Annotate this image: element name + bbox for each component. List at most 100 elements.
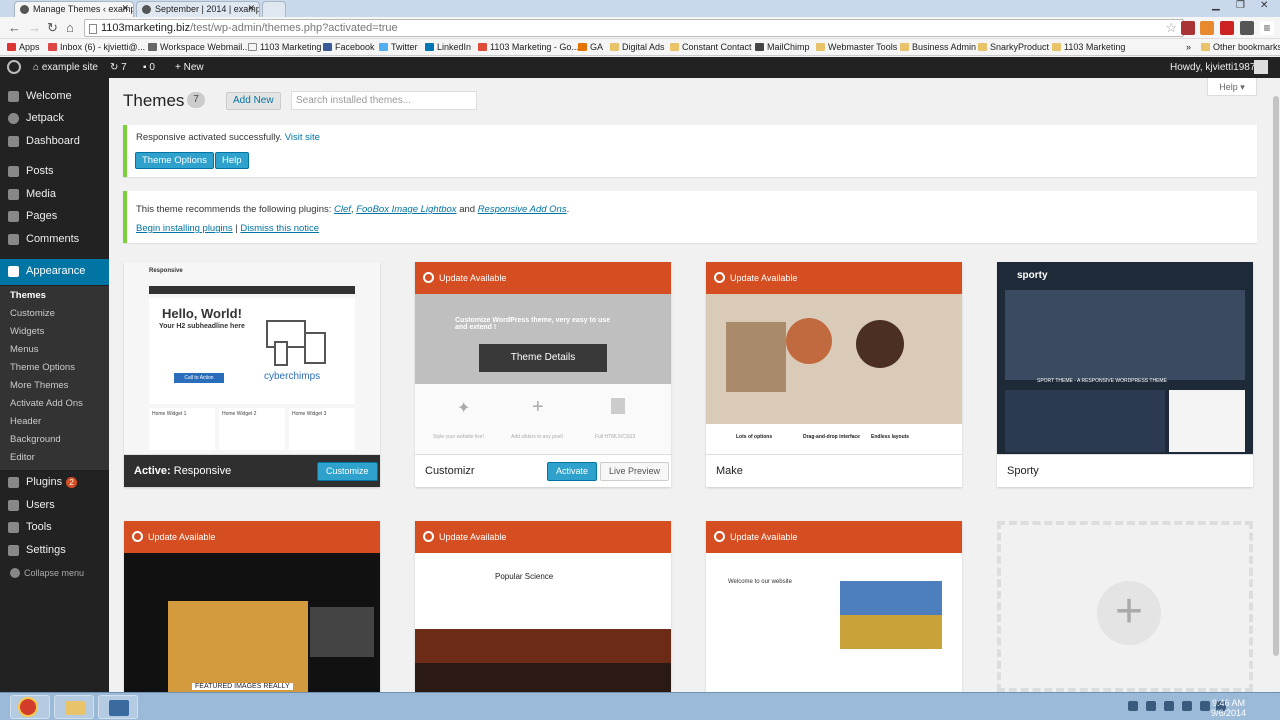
minimize-icon[interactable]: ▁ xyxy=(1212,0,1220,11)
address-bar[interactable]: 1103marketing.biz/test/wp-admin/themes.p… xyxy=(84,19,1184,37)
avatar[interactable] xyxy=(1254,60,1268,74)
close-window-icon[interactable]: ✕ xyxy=(1260,0,1268,11)
comments-link[interactable]: ▪ 0 xyxy=(143,62,155,73)
sidebar-item-settings[interactable]: Settings xyxy=(0,540,109,562)
bookmark-twitter[interactable]: Twitter xyxy=(379,42,418,52)
begin-installing-plugins-link[interactable]: Begin installing plugins xyxy=(136,223,233,234)
submenu-theme-options[interactable]: Theme Options xyxy=(10,362,75,373)
new-tab-button[interactable] xyxy=(262,1,286,17)
sidebar-item-pages[interactable]: Pages xyxy=(0,206,109,228)
updates-link[interactable]: ↻ 7 xyxy=(110,62,127,73)
submenu-activate-add-ons[interactable]: Activate Add Ons xyxy=(10,398,83,409)
howdy-user-link[interactable]: Howdy, kjvietti1987 xyxy=(1170,62,1255,73)
theme-card[interactable]: Update Available Popular Science xyxy=(415,521,671,692)
system-clock[interactable]: 9:46 AM 9/6/2014 xyxy=(1211,698,1246,718)
extension-icon[interactable] xyxy=(1200,21,1214,35)
submenu-themes[interactable]: Themes xyxy=(10,290,46,301)
forward-icon[interactable]: → xyxy=(28,20,41,35)
sidebar-item-comments[interactable]: Comments xyxy=(0,229,109,251)
sidebar-item-appearance[interactable]: Appearance xyxy=(0,259,109,285)
restore-icon[interactable]: ❐ xyxy=(1236,0,1245,11)
sidebar-item-jetpack[interactable]: Jetpack xyxy=(0,108,109,130)
update-available-banner[interactable]: Update Available xyxy=(706,262,962,294)
submenu-menus[interactable]: Menus xyxy=(10,344,39,355)
wordpress-logo-icon[interactable] xyxy=(7,60,21,74)
activate-button[interactable]: Activate xyxy=(547,462,598,481)
browser-tab-themes[interactable]: Manage Themes ‹ exampl ✕ xyxy=(14,1,134,17)
sidebar-item-dashboard[interactable]: Dashboard xyxy=(0,131,109,153)
bookmark-1103-google[interactable]: 1103 Marketing - Go... xyxy=(478,42,579,52)
menu-icon[interactable]: ≡ xyxy=(1260,21,1274,35)
submenu-customize[interactable]: Customize xyxy=(10,308,55,319)
bookmark-webmaster-tools[interactable]: Webmaster Tools xyxy=(816,42,897,52)
bookmark-snarkyproduct[interactable]: SnarkyProduct xyxy=(978,42,1049,52)
page-scrollbar[interactable] xyxy=(1272,78,1280,692)
sidebar-item-tools[interactable]: Tools xyxy=(0,517,109,539)
help-tab[interactable]: Help ▾ xyxy=(1207,78,1257,96)
tray-icon[interactable] xyxy=(1182,701,1192,711)
bookmark-1103[interactable]: 1103 Marketing xyxy=(248,42,321,52)
network-icon[interactable] xyxy=(1200,701,1210,711)
bookmark-1103-folder[interactable]: 1103 Marketing xyxy=(1052,42,1125,52)
bookmark-business-admin[interactable]: Business Admin xyxy=(900,42,976,52)
extension-icon[interactable] xyxy=(1240,21,1254,35)
bookmarks-overflow[interactable]: » xyxy=(1186,42,1191,52)
taskbar-app[interactable] xyxy=(98,695,138,719)
submenu-editor[interactable]: Editor xyxy=(10,452,35,463)
bookmark-mailchimp[interactable]: MailChimp xyxy=(755,42,810,52)
extension-icon[interactable] xyxy=(1220,21,1234,35)
update-available-banner[interactable]: Update Available xyxy=(415,262,671,294)
bookmark-apps[interactable]: Apps xyxy=(7,42,40,52)
bookmark-facebook[interactable]: Facebook xyxy=(323,42,375,52)
theme-card-sporty[interactable]: sporty SPORT THEME - A RESPONSIVE WORDPR… xyxy=(997,262,1253,487)
theme-card-responsive[interactable]: Responsive Hello, World! Your H2 subhead… xyxy=(124,262,380,487)
plugin-link-clef[interactable]: Clef xyxy=(334,204,351,215)
live-preview-button[interactable]: Live Preview xyxy=(600,462,670,481)
search-themes-input[interactable]: Search installed themes... xyxy=(291,91,477,110)
bookmark-ga[interactable]: GA xyxy=(578,42,603,52)
close-tab-icon[interactable]: ✕ xyxy=(247,3,255,14)
submenu-more-themes[interactable]: More Themes xyxy=(10,380,68,391)
close-tab-icon[interactable]: ✕ xyxy=(121,3,129,14)
update-available-banner[interactable]: Update Available xyxy=(415,521,671,553)
sidebar-item-users[interactable]: Users xyxy=(0,495,109,517)
bookmark-constant-contact[interactable]: Constant Contact xyxy=(670,42,752,52)
sidebar-item-welcome[interactable]: Welcome xyxy=(0,86,109,108)
bookmark-webmail[interactable]: Workspace Webmail... xyxy=(148,42,250,52)
sidebar-item-plugins[interactable]: Plugins 2 xyxy=(0,472,109,494)
plugin-link-responsive-add-ons[interactable]: Responsive Add Ons xyxy=(478,204,567,215)
reload-icon[interactable]: ↻ xyxy=(47,20,58,36)
home-icon[interactable]: ⌂ xyxy=(66,20,74,35)
site-name-link[interactable]: ⌂ example site xyxy=(33,62,98,73)
dismiss-notice-link[interactable]: Dismiss this notice xyxy=(240,223,319,234)
tray-icon[interactable] xyxy=(1164,701,1174,711)
theme-details-overlay[interactable]: Theme Details xyxy=(479,344,607,372)
sidebar-item-posts[interactable]: Posts xyxy=(0,161,109,183)
visit-site-link[interactable]: Visit site xyxy=(285,132,320,143)
theme-card[interactable]: Update Available Welcome to our website xyxy=(706,521,962,692)
submenu-background[interactable]: Background xyxy=(10,434,61,445)
submenu-header[interactable]: Header xyxy=(10,416,41,427)
back-icon[interactable]: ← xyxy=(8,20,21,35)
theme-card[interactable]: Update Available FEATURED IMAGES REALLY xyxy=(124,521,380,692)
bookmark-star-icon[interactable]: ☆ xyxy=(1165,20,1177,36)
plugin-link-foobox[interactable]: FooBox Image Lightbox xyxy=(356,204,456,215)
collapse-menu[interactable]: Collapse menu xyxy=(10,568,84,578)
theme-card-make[interactable]: Update Available Lots of options Drag-an… xyxy=(706,262,962,487)
add-new-theme-tile[interactable]: + xyxy=(997,521,1253,692)
taskbar-explorer[interactable] xyxy=(54,695,94,719)
tray-icon[interactable] xyxy=(1128,701,1138,711)
update-available-banner[interactable]: Update Available xyxy=(706,521,962,553)
other-bookmarks[interactable]: Other bookmarks xyxy=(1201,42,1280,52)
bookmark-linkedin[interactable]: LinkedIn xyxy=(425,42,471,52)
scrollbar-thumb[interactable] xyxy=(1273,96,1279,656)
add-new-theme-button[interactable]: Add New xyxy=(226,92,281,110)
customize-button[interactable]: Customize xyxy=(317,462,378,481)
update-available-banner[interactable]: Update Available xyxy=(124,521,380,553)
bookmark-gmail[interactable]: Inbox (6) - kjvietti@... xyxy=(48,42,145,52)
taskbar-chrome[interactable] xyxy=(10,695,50,719)
tray-icon[interactable] xyxy=(1146,701,1156,711)
theme-options-button[interactable]: Theme Options xyxy=(135,152,214,169)
extension-icon[interactable] xyxy=(1181,21,1195,35)
help-button[interactable]: Help xyxy=(215,152,249,169)
